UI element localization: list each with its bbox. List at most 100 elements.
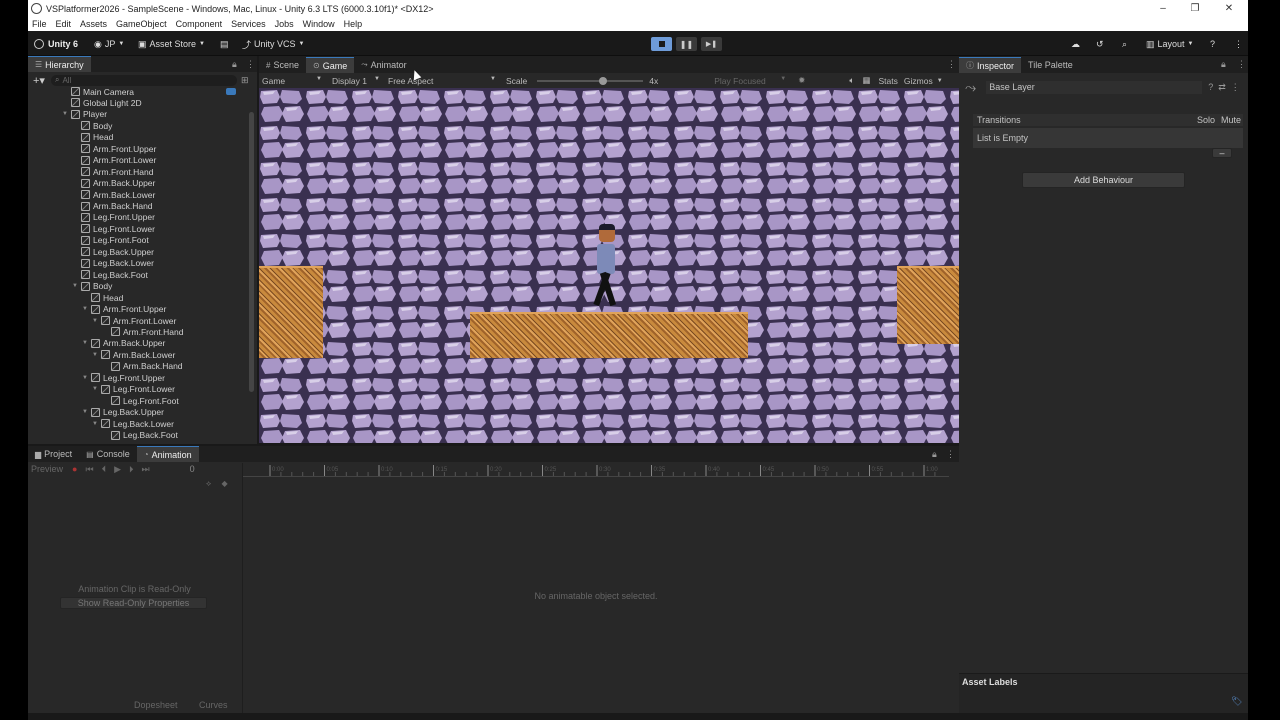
hierarchy-item[interactable]: ▼ Leg.Back.Upper (82, 407, 164, 418)
account-dropdown[interactable]: ◉ JP ▼ (94, 37, 124, 51)
scene-filter-icon[interactable]: ⊞ (241, 75, 249, 86)
hierarchy-item[interactable]: Leg.Back.Upper (72, 246, 154, 257)
hierarchy-item[interactable]: ▼ Leg.Front.Lower (92, 384, 175, 395)
hierarchy-item[interactable]: Arm.Back.Hand (102, 361, 183, 372)
expand-arrow-icon[interactable]: ▼ (62, 111, 71, 117)
tag-icon[interactable]: 🏷︎ (1231, 696, 1242, 707)
search-button[interactable]: ⌕ (1122, 37, 1127, 51)
expand-arrow-icon[interactable]: ▼ (92, 421, 101, 427)
grid-toggle-icon[interactable]: ▦ (862, 75, 870, 86)
hierarchy-item[interactable]: Leg.Front.Foot (102, 395, 179, 406)
audio-icon[interactable]: 🔈︎ (849, 75, 854, 86)
hierarchy-item[interactable]: ▼ Body (72, 281, 112, 292)
menu-component[interactable]: Component (176, 19, 223, 29)
hierarchy-item[interactable]: Arm.Back.Upper (72, 178, 155, 189)
vcs-dropdown[interactable]: ⤴ Unity VCS ▼ (242, 37, 304, 51)
pause-button[interactable]: ❚❚ (676, 37, 697, 51)
lock-icon[interactable]: 🔒︎ (1221, 59, 1226, 70)
menu-services[interactable]: Services (231, 19, 266, 29)
lock-icon[interactable]: 🔒︎ (232, 59, 237, 70)
lock-icon[interactable]: 🔒︎ (932, 449, 937, 460)
hierarchy-item[interactable]: ▼ Arm.Back.Upper (82, 338, 165, 349)
add-event-icon[interactable]: ◆ (222, 479, 228, 488)
expand-arrow-icon[interactable]: ▼ (82, 409, 91, 415)
hierarchy-item[interactable]: Arm.Back.Hand (72, 201, 153, 212)
add-behaviour-button[interactable]: Add Behaviour (1022, 172, 1185, 188)
help-button[interactable]: ? (1210, 37, 1215, 51)
hierarchy-item[interactable]: Leg.Back.Lower (72, 258, 154, 269)
tab-hierarchy[interactable]: ☰ Hierarchy (28, 56, 91, 72)
package-manager-button[interactable]: ▤ (220, 37, 229, 51)
expand-arrow-icon[interactable]: ▼ (92, 318, 101, 324)
game-mode-dropdown[interactable]: Game ▼ (262, 76, 322, 86)
hierarchy-item[interactable]: ▼ Arm.Back.Lower (92, 349, 175, 360)
expand-arrow-icon[interactable]: ▼ (82, 340, 91, 346)
hierarchy-item[interactable]: Leg.Back.Foot (102, 430, 178, 441)
hierarchy-item[interactable]: Leg.Front.Foot (72, 235, 149, 246)
hierarchy-item[interactable]: ▼ Arm.Front.Lower (92, 315, 176, 326)
layout-dropdown[interactable]: ▥ Layout ▼ (1146, 37, 1194, 51)
tab-tile-palette[interactable]: Tile Palette (1021, 57, 1080, 73)
hierarchy-item[interactable]: Leg.Back.Foot (72, 269, 148, 280)
hierarchy-item[interactable]: Global Light 2D (62, 97, 142, 108)
menu-help[interactable]: Help (344, 19, 363, 29)
hierarchy-item[interactable]: ▼ Leg.Front.Upper (82, 372, 165, 383)
asset-store-dropdown[interactable]: ▣ Asset Store ▼ (138, 37, 205, 51)
frame-field[interactable]: 0 (190, 464, 195, 474)
add-icon[interactable]: +▾ (33, 74, 45, 87)
expand-arrow-icon[interactable]: ▼ (82, 375, 91, 381)
tab-animator[interactable]: ⤳ Animator (354, 57, 413, 73)
play-button[interactable] (651, 37, 672, 51)
show-read-only-button[interactable]: Show Read-Only Properties (60, 597, 207, 609)
hierarchy-item[interactable]: ▼ Leg.Back.Lower (92, 418, 174, 429)
hierarchy-item[interactable]: Arm.Front.Lower (72, 155, 156, 166)
minimize-button[interactable]: – (1148, 0, 1178, 17)
step-button[interactable]: ▶❚ (701, 37, 722, 51)
component-menu-icon[interactable]: ⋮ (1231, 82, 1240, 93)
menu-window[interactable]: Window (303, 19, 335, 29)
expand-arrow-icon[interactable]: ▼ (92, 352, 101, 358)
expand-arrow-icon[interactable]: ▼ (82, 306, 91, 312)
hierarchy-item[interactable]: Main Camera (62, 86, 134, 97)
menu-jobs[interactable]: Jobs (275, 19, 294, 29)
history-button[interactable]: ↺ (1096, 37, 1104, 51)
menu-edit[interactable]: Edit (56, 19, 72, 29)
last-key-icon[interactable]: ⏭ (142, 464, 150, 475)
hierarchy-item[interactable]: Leg.Front.Lower (72, 223, 155, 234)
tab-project[interactable]: ▆ Project (28, 446, 79, 462)
play-focused-dropdown[interactable]: Play Focused ▼ (714, 76, 786, 86)
expand-arrow-icon[interactable]: ▼ (92, 386, 101, 392)
play-icon[interactable]: ▶ (114, 464, 121, 475)
gizmos-button[interactable]: Gizmos (904, 76, 933, 86)
hierarchy-item[interactable]: Arm.Back.Lower (72, 189, 155, 200)
expand-arrow-icon[interactable]: ▼ (72, 283, 81, 289)
toolbar-menu-button[interactable]: ⋮ (1234, 37, 1243, 51)
hierarchy-item[interactable]: Head (82, 292, 123, 303)
maximize-button[interactable]: ❐ (1180, 0, 1210, 17)
aspect-dropdown[interactable]: Free Aspect ▼ (388, 76, 496, 86)
tab-inspector[interactable]: ⓘ Inspector (959, 57, 1022, 73)
menu-file[interactable]: File (32, 19, 47, 29)
stats-button[interactable]: Stats (879, 76, 898, 86)
scale-slider[interactable] (537, 76, 644, 85)
dopesheet-tab[interactable]: Dopesheet (134, 700, 178, 710)
hierarchy-item[interactable]: Leg.Front.Upper (72, 212, 155, 223)
remove-transition-button[interactable]: – (1212, 148, 1232, 158)
menu-assets[interactable]: Assets (80, 19, 107, 29)
hierarchy-item[interactable]: Arm.Front.Hand (102, 326, 183, 337)
add-keyframe-icon[interactable]: ⟡ (206, 479, 211, 488)
hierarchy-item[interactable]: ▼ Arm.Front.Upper (82, 304, 166, 315)
tab-scene[interactable]: # Scene (259, 57, 306, 73)
next-key-icon[interactable]: ⏵ (129, 464, 134, 475)
hierarchy-item[interactable]: Arm.Front.Upper (72, 143, 156, 154)
layer-name-field[interactable]: Base Layer (986, 80, 1203, 94)
help-icon[interactable]: ? (1208, 82, 1213, 92)
bug-icon[interactable]: ✹ (798, 75, 805, 86)
cloud-button[interactable]: ☁ (1071, 37, 1080, 51)
scale-slider-thumb[interactable] (599, 76, 608, 85)
preview-toggle[interactable]: Preview (31, 464, 63, 474)
panel-menu-icon[interactable]: ⋮ (246, 59, 255, 70)
tab-game[interactable]: ⊙ Game (305, 57, 355, 73)
prev-key-icon[interactable]: ⏴ (102, 464, 107, 475)
hierarchy-item[interactable]: Arm.Front.Hand (72, 166, 153, 177)
